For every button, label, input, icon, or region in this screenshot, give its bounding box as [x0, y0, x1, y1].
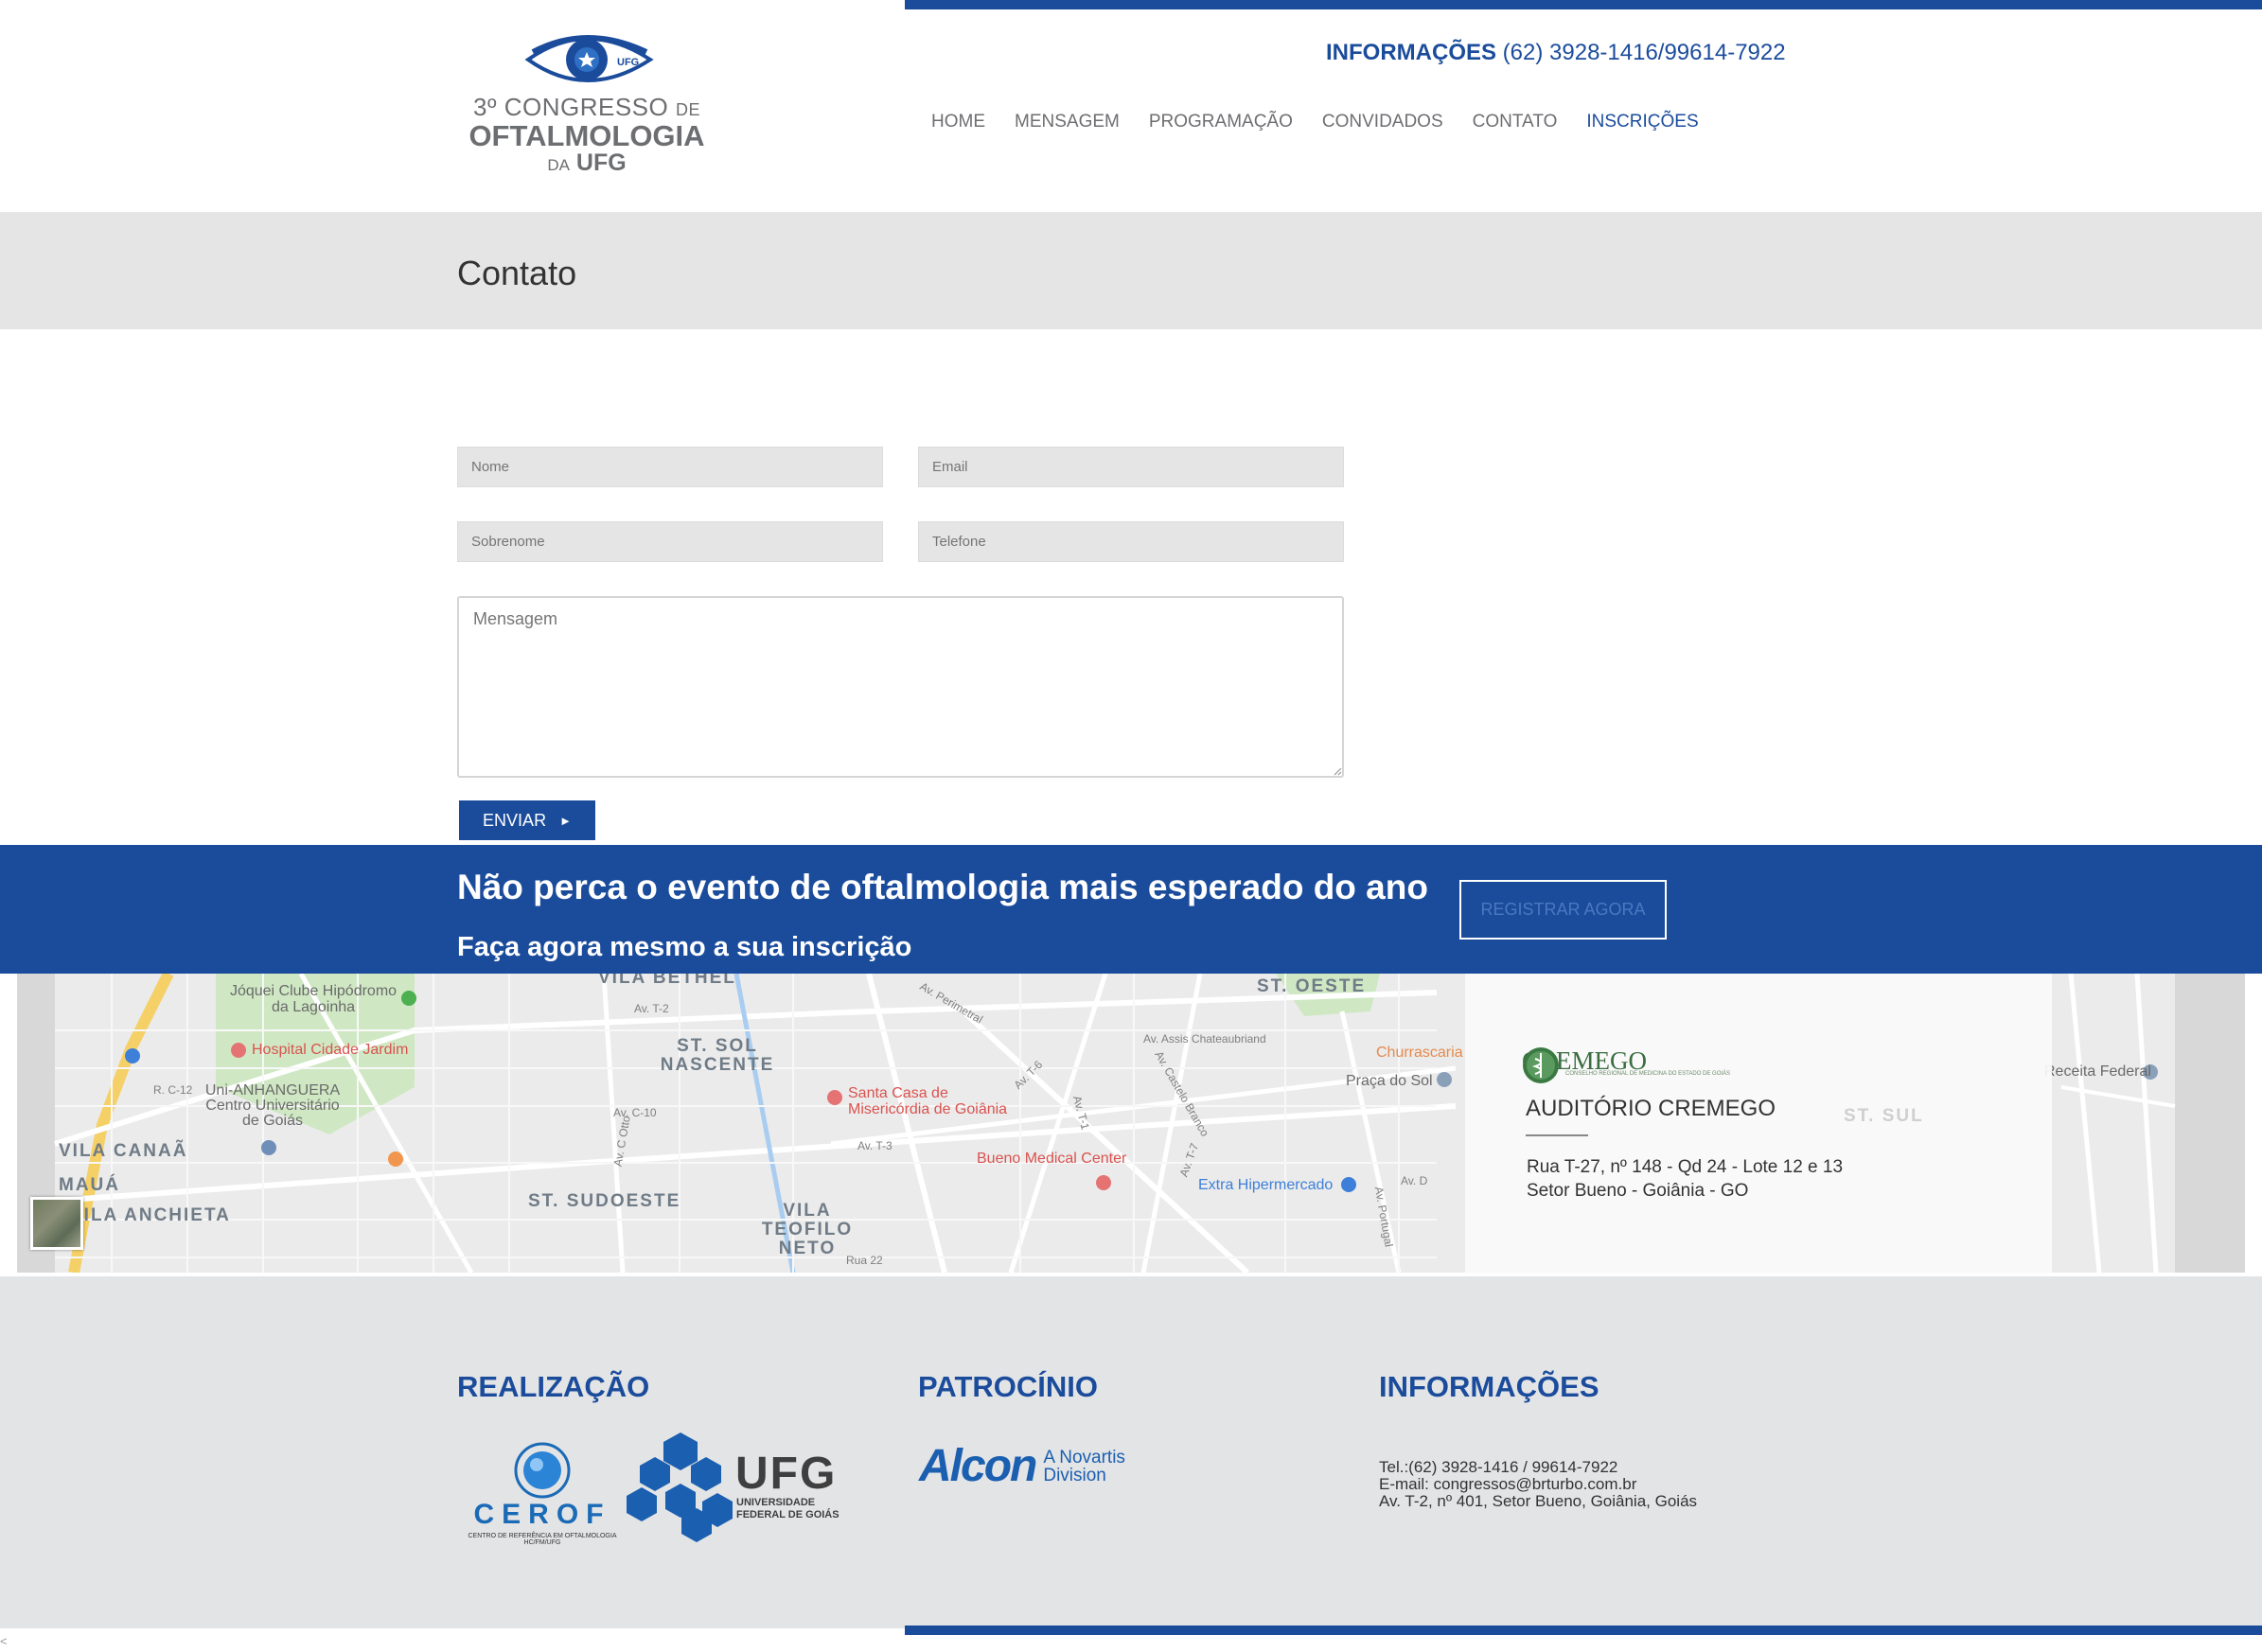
- sobrenome-field[interactable]: [457, 521, 883, 562]
- footer: [0, 1276, 2262, 1628]
- map-poi-churrascaria[interactable]: Churrascaria: [1376, 1045, 1463, 1062]
- map-area-label: ST. SOL NASCENTE: [660, 1036, 775, 1075]
- divider: [1526, 1134, 1588, 1136]
- map-area-label: ST. SUL: [1844, 1106, 1924, 1126]
- bottom-accent-bar: [905, 1626, 2262, 1635]
- footer-tel: Tel.:(62) 3928-1416 / 99614-7922: [1379, 1458, 1618, 1476]
- page-title: Contato: [457, 254, 577, 292]
- map-poi-uni[interactable]: Uni-ANHANGUERA Centro Universitário de G…: [197, 1083, 348, 1129]
- nav-contato[interactable]: CONTATO: [1473, 112, 1558, 132]
- info-phone: (62) 3928-1416/99614-7922: [1502, 40, 1786, 65]
- telefone-field[interactable]: [918, 521, 1344, 562]
- map-area-label: VILA CANAÃ: [59, 1141, 188, 1161]
- footer-address: Av. T-2, nº 401, Setor Bueno, Goiânia, G…: [1379, 1492, 1698, 1510]
- nav-home[interactable]: HOME: [931, 112, 985, 132]
- map-street-label: Av. T-3: [857, 1139, 892, 1152]
- footer-informacoes-heading: INFORMAÇÕES: [1379, 1370, 1599, 1403]
- info-label: INFORMAÇÕES: [1326, 40, 1496, 65]
- footer-realizacao-heading: REALIZAÇÃO: [457, 1370, 650, 1403]
- back-icon: <: [0, 1634, 8, 1648]
- map-area-label: ST. SUDOESTE: [528, 1191, 681, 1211]
- map-poi-receita[interactable]: Receita Federal: [2044, 1063, 2151, 1081]
- map-poi-extra[interactable]: Extra Hipermercado: [1198, 1177, 1333, 1194]
- location-info-panel: ST. SUL: [1465, 974, 2052, 1273]
- nav-programacao[interactable]: PROGRAMAÇÃO: [1149, 112, 1293, 132]
- footer-contact-info: Tel.:(62) 3928-1416 / 99614-7922 E-mail:…: [1379, 1459, 1697, 1510]
- footer-email: E-mail: congressos@brturbo.com.br: [1379, 1475, 1637, 1493]
- map-street-label: Av. T-2: [634, 1002, 669, 1015]
- register-now-button[interactable]: REGISTRAR AGORA: [1459, 880, 1667, 940]
- cta-band: [0, 845, 2262, 974]
- header-info: INFORMAÇÕES (62) 3928-1416/99614-7922: [1326, 40, 1786, 66]
- nav-mensagem[interactable]: MENSAGEM: [1015, 112, 1120, 132]
- cerof-emblem-icon: [514, 1442, 571, 1499]
- alcon-subtitle: A Novartis Division: [1043, 1447, 1125, 1485]
- map-street-label: Rua 22: [846, 1254, 883, 1267]
- auditorium-address: Rua T-27, nº 148 - Qd 24 - Lote 12 e 13 …: [1527, 1157, 1844, 1201]
- map-area-label: VILA ANCHIETA: [70, 1205, 231, 1225]
- map-area-label: MAUÁ: [59, 1175, 120, 1195]
- alcon-logo[interactable]: Alcon A Novartis Division: [919, 1440, 1125, 1492]
- caduceus-icon: [1523, 1047, 1559, 1083]
- logo-badge: UFG: [617, 57, 639, 68]
- main-nav: HOME MENSAGEM PROGRAMAÇÃO CONVIDADOS CON…: [931, 112, 1699, 132]
- ufg-subtitle: UNIVERSIDADE FEDERAL DE GOIÁS: [736, 1497, 839, 1520]
- hexagons-icon: [627, 1432, 733, 1542]
- satellite-toggle[interactable]: [30, 1197, 83, 1250]
- send-label: ENVIAR: [483, 810, 547, 830]
- ufg-logo[interactable]: UFG UNIVERSIDADE FEDERAL DE GOIÁS: [627, 1431, 844, 1544]
- map-street-label: Av. Assis Chateaubriand: [1143, 1032, 1266, 1046]
- cerof-logo[interactable]: CEROF CENTRO DE REFERÊNCIA EM OFTALMOLOG…: [457, 1440, 627, 1546]
- auditorium-title: AUDITÓRIO CREMEGO: [1526, 1096, 1776, 1121]
- top-accent-bar: [905, 0, 2262, 9]
- map-area-label: ST. OESTE: [1257, 976, 1367, 996]
- alcon-name: Alcon: [919, 1441, 1037, 1491]
- footer-patrocinio-heading: PATROCÍNIO: [918, 1370, 1099, 1403]
- nav-inscricoes[interactable]: INSCRIÇÕES: [1586, 112, 1698, 132]
- play-arrow-icon: ►: [559, 813, 572, 828]
- nav-convidados[interactable]: CONVIDADOS: [1322, 112, 1443, 132]
- email-field[interactable]: [918, 447, 1344, 487]
- map-poi-hospital[interactable]: Hospital Cidade Jardim: [252, 1042, 408, 1059]
- map-area-label: VILA BETHEL: [598, 974, 736, 988]
- map-poi-bueno[interactable]: Bueno Medical Center: [977, 1151, 1126, 1168]
- page-title-band: [0, 212, 2262, 329]
- map-street-label: R. C-12: [153, 1083, 193, 1097]
- send-button[interactable]: ENVIAR ►: [459, 800, 595, 840]
- cta-title: Não perca o evento de oftalmologia mais …: [457, 868, 1428, 906]
- cerof-name: CEROF: [473, 1499, 611, 1530]
- mensagem-field[interactable]: [457, 596, 1344, 778]
- logo-wordmark: 3º CONGRESSO DE OFTALMOLOGIA DA UFG: [468, 93, 705, 176]
- cremego-tagline: CONSELHO REGIONAL DE MEDICINA DO ESTADO …: [1565, 1071, 1731, 1077]
- ufg-name: UFG: [735, 1449, 838, 1499]
- cerof-subtitle: CENTRO DE REFERÊNCIA EM OFTALMOLOGIA HC/…: [468, 1533, 617, 1546]
- map-poi-jockey[interactable]: Jóquei Clube Hipódromo da Lagoinha: [223, 983, 403, 1015]
- map-poi-praca[interactable]: Praça do Sol: [1346, 1073, 1433, 1090]
- cta-subtitle: Faça agora mesmo a sua inscrição: [457, 932, 912, 962]
- nome-field[interactable]: [457, 447, 883, 487]
- location-map[interactable]: VILA BETHEL ST. OESTE ST. SOL NASCENTE V…: [17, 974, 2245, 1273]
- map-area-label: VILA TEOFILO NETO: [761, 1201, 854, 1258]
- resize-grip-icon[interactable]: [1333, 766, 1342, 776]
- map-street-label: Av. D: [1401, 1174, 1428, 1187]
- eye-logo-icon: UFG: [524, 35, 654, 82]
- map-poi-santa-casa[interactable]: Santa Casa de Misericórdia de Goiânia: [848, 1085, 1028, 1117]
- congress-logo[interactable]: UFG 3º CONGRESSO DE OFTALMOLOGIA DA UFG: [468, 24, 705, 175]
